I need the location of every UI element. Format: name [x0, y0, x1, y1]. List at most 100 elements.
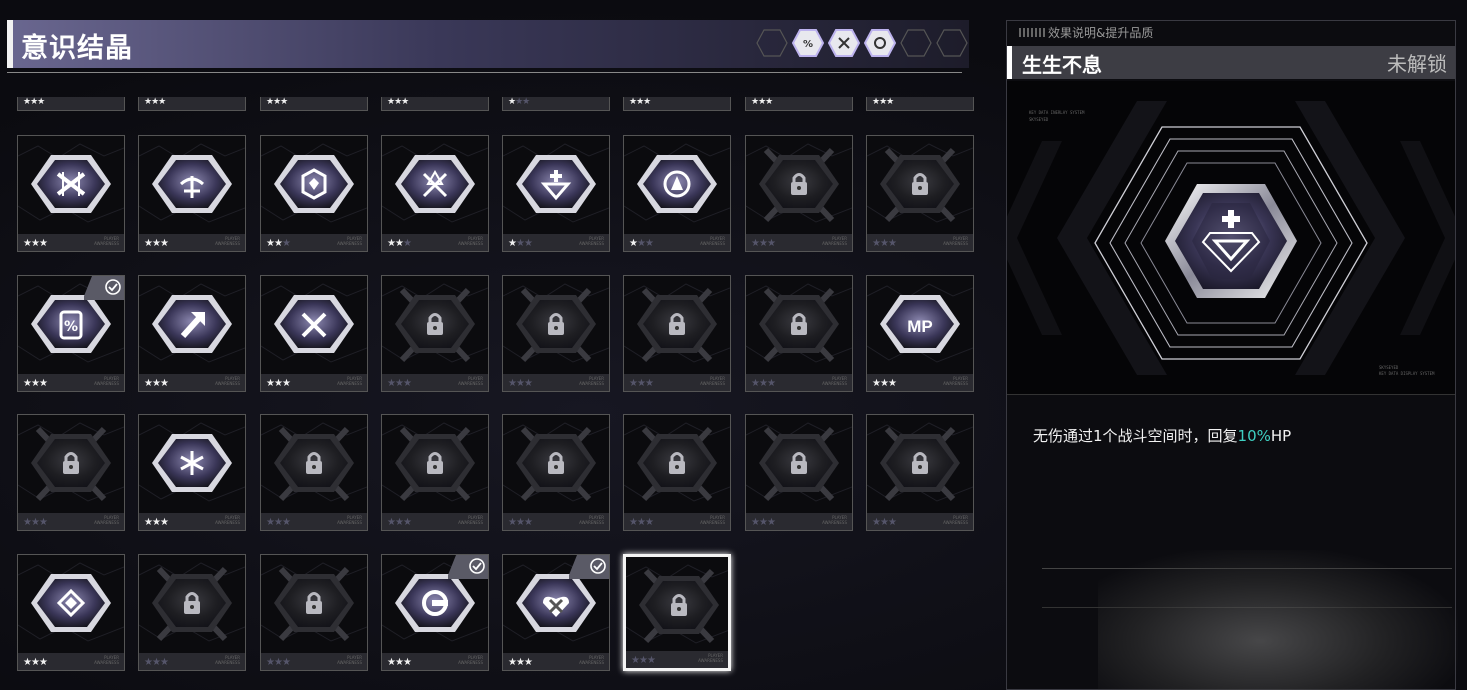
desc-text: 无伤通过1个战斗空间时，回复: [1033, 427, 1238, 445]
crystal-art: [867, 422, 973, 502]
star-icon: ★: [394, 517, 404, 528]
crystal-card-partial[interactable]: ★★★: [381, 97, 489, 111]
card-footer-tag: PLAYER AWARENESS: [94, 515, 119, 525]
star-rating: ★★★: [387, 238, 412, 249]
crystal-card-partial[interactable]: ★★★: [623, 97, 731, 111]
crystal-art: [18, 422, 124, 502]
empty-hex-filter[interactable]: [900, 28, 932, 58]
crystal-card[interactable]: PLAYER AWARENESS ★★★: [381, 275, 489, 392]
star-icon: ★: [144, 238, 153, 249]
crystal-card-partial[interactable]: ★★★: [17, 97, 125, 111]
star-icon: ★: [387, 378, 396, 389]
star-rating: ★★★: [266, 238, 291, 249]
star-icon: ★: [144, 517, 153, 528]
crystal-card[interactable]: PLAYER AWARENESS ★★★: [260, 554, 368, 671]
star-icon: ★: [523, 517, 533, 528]
star-icon: ★: [758, 238, 768, 249]
star-rating: ★★★: [631, 655, 656, 666]
crystal-card[interactable]: PLAYER AWARENESS ★★★: [866, 135, 974, 252]
crystal-art: [261, 283, 367, 363]
star-icon: ★: [629, 238, 638, 249]
crystal-art: [626, 564, 728, 644]
star-icon: ★: [281, 517, 291, 528]
crystal-card[interactable]: PLAYER AWARENESS ★★★: [623, 554, 731, 671]
crystal-card[interactable]: PLAYER AWARENESS ★★★: [381, 554, 489, 671]
crystal-card-partial[interactable]: ★★★: [260, 97, 368, 111]
star-rating: ★★★: [751, 97, 773, 107]
crystal-card[interactable]: PLAYER AWARENESS ★★★: [17, 135, 125, 252]
crystal-card[interactable]: PLAYER AWARENESS ★★★: [138, 554, 246, 671]
star-icon: ★: [387, 517, 396, 528]
crystal-card[interactable]: PLAYER AWARENESS ★★★: [260, 135, 368, 252]
crystal-card[interactable]: PLAYER AWARENESS ★★★: [502, 135, 610, 252]
star-icon: ★: [515, 378, 525, 389]
star-icon: ★: [151, 517, 161, 528]
star-rating: ★★★: [387, 378, 412, 389]
crystal-art: MP: [867, 283, 973, 363]
equipped-check-icon: [84, 276, 124, 300]
empty-hex-filter[interactable]: [936, 28, 968, 58]
star-rating: ★★★: [629, 517, 654, 528]
crystal-card[interactable]: % PLAYER AWARENESS ★★★: [17, 275, 125, 392]
star-rating: ★★★: [387, 657, 412, 668]
crystal-card[interactable]: PLAYER AWARENESS ★★★: [381, 135, 489, 252]
crystal-card-partial[interactable]: ★★★: [138, 97, 246, 111]
star-rating: ★★★: [629, 97, 651, 107]
equipped-check-icon: [448, 555, 488, 579]
detail-name-bar: 生生不息 未解锁: [1007, 46, 1455, 79]
crystal-art: [18, 562, 124, 642]
crystal-card[interactable]: PLAYER AWARENESS ★★★: [745, 275, 853, 392]
crystal-card[interactable]: PLAYER AWARENESS ★★★: [623, 275, 731, 392]
crystal-art: [382, 283, 488, 363]
crystal-card[interactable]: PLAYER AWARENESS ★★★: [138, 135, 246, 252]
star-icon: ★: [151, 657, 161, 668]
crystal-card[interactable]: PLAYER AWARENESS ★★★: [623, 414, 731, 531]
star-rating: ★★★: [751, 238, 776, 249]
crystal-card-partial[interactable]: ★★★: [866, 97, 974, 111]
crystal-card[interactable]: PLAYER AWARENESS ★★★: [17, 414, 125, 531]
star-icon: ★: [508, 517, 517, 528]
card-footer-tag: PLAYER AWARENESS: [215, 515, 240, 525]
star-icon: ★: [281, 238, 291, 249]
crystal-card[interactable]: PLAYER AWARENESS ★★★: [866, 414, 974, 531]
star-icon: ★: [636, 517, 646, 528]
crystal-card[interactable]: PLAYER AWARENESS ★★★: [623, 135, 731, 252]
crystal-card[interactable]: PLAYER AWARENESS ★★★: [17, 554, 125, 671]
crystal-card[interactable]: PLAYER AWARENESS ★★★: [138, 414, 246, 531]
desc-suffix: HP: [1270, 427, 1292, 445]
noise-overlay: [1098, 550, 1458, 690]
crystal-card[interactable]: PLAYER AWARENESS ★★★: [381, 414, 489, 531]
crystal-card[interactable]: PLAYER AWARENESS ★★★: [502, 414, 610, 531]
crystal-card[interactable]: PLAYER AWARENESS ★★★: [260, 275, 368, 392]
header-divider: [7, 72, 962, 73]
crystal-card[interactable]: PLAYER AWARENESS ★★★: [502, 275, 610, 392]
star-icon: ★: [872, 378, 881, 389]
card-footer-tag: PLAYER AWARENESS: [337, 655, 362, 665]
svg-text:%: %: [64, 319, 78, 335]
crystal-card[interactable]: PLAYER AWARENESS ★★★: [745, 414, 853, 531]
crystal-card[interactable]: PLAYER AWARENESS ★★★: [138, 275, 246, 392]
star-icon: ★: [644, 378, 654, 389]
star-icon: ★: [644, 517, 654, 528]
swords-hex-filter[interactable]: [828, 28, 860, 58]
shield-hex-filter[interactable]: [864, 28, 896, 58]
star-rating: ★★★: [266, 517, 291, 528]
star-icon: ★: [158, 97, 166, 107]
card-footer-tag: PLAYER AWARENESS: [337, 376, 362, 386]
crystal-art: [261, 422, 367, 502]
crystal-card[interactable]: PLAYER AWARENESS ★★★: [260, 414, 368, 531]
card-footer-tag: PLAYER AWARENESS: [215, 236, 240, 246]
crystal-card-partial[interactable]: ★★★: [502, 97, 610, 111]
crystal-card[interactable]: PLAYER AWARENESS ★★★: [745, 135, 853, 252]
star-icon: ★: [879, 378, 889, 389]
empty-hex-filter[interactable]: [756, 28, 788, 58]
crystal-card[interactable]: PLAYER AWARENESS ★★★: [502, 554, 610, 671]
star-icon: ★: [879, 238, 889, 249]
star-rating: ★★★: [508, 657, 533, 668]
star-icon: ★: [515, 517, 525, 528]
crystal-card[interactable]: MP PLAYER AWARENESS ★★★: [866, 275, 974, 392]
crystal-card-partial[interactable]: ★★★: [745, 97, 853, 111]
percent-hex-filter[interactable]: %: [792, 28, 824, 58]
star-rating: ★★★: [387, 517, 412, 528]
star-icon: ★: [281, 657, 291, 668]
